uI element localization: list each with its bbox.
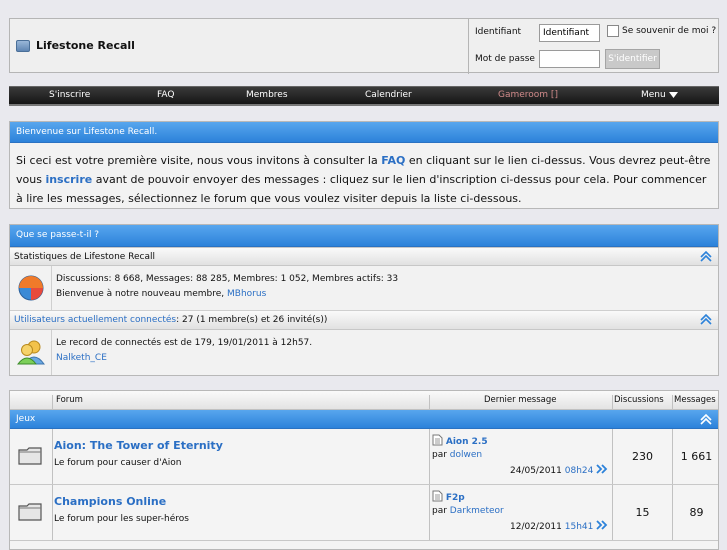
last-post-author[interactable]: dolwen (450, 450, 482, 460)
stats-header-label: Statistiques de Lifestone Recall (14, 252, 156, 262)
col-last-post: Dernier message (484, 395, 557, 405)
thread-count: 15 (635, 506, 650, 519)
stats-icon-cell (10, 266, 52, 310)
online-user-link[interactable]: Nalketh_CE (56, 353, 107, 363)
forum-list: Forum Dernier message Discussions Messag… (9, 390, 719, 550)
post-count: 1 661 (680, 450, 713, 463)
last-post-title[interactable]: Aion 2.5 (446, 437, 488, 447)
remember-label: Se souvenir de moi ? (622, 26, 717, 36)
password-input[interactable] (539, 50, 600, 68)
welcome-text: Si ceci est votre première visite, nous … (10, 143, 718, 208)
forum-row: Aion: The Tower of Eternity Le forum pou… (10, 429, 718, 485)
forum-table-header: Forum Dernier message Discussions Messag… (10, 391, 718, 410)
welcome-text-part: avant de pouvoir envoyer des messages : … (16, 173, 707, 205)
last-post-date: 12/02/2011 15h41 (510, 520, 609, 532)
username-label: Identifiant (475, 27, 522, 37)
last-post-author[interactable]: Darkmeteor (450, 506, 504, 516)
category-header[interactable]: Jeux (10, 410, 718, 429)
stats-pie-icon (18, 275, 44, 301)
faq-link[interactable]: FAQ (381, 154, 405, 167)
welcome-text-part: Si ceci est votre première visite, nous … (16, 154, 382, 167)
col-forum: Forum (56, 395, 83, 405)
stats-header: Statistiques de Lifestone Recall (10, 247, 718, 266)
forum-name-link[interactable]: Champions Online (54, 495, 166, 508)
forum-row: Champions Online Le forum pour les super… (10, 485, 718, 541)
forum-description: Le forum pour les super-héros (54, 514, 189, 524)
stats-line: Discussions: 8 668, Messages: 88 285, Me… (56, 274, 399, 284)
last-post-date-text: 12/02/2011 (510, 522, 562, 532)
go-to-post-icon[interactable] (596, 520, 609, 530)
collapse-icon[interactable] (700, 251, 712, 262)
by-label: par (432, 450, 450, 460)
folder-icon (18, 503, 42, 521)
nav-register[interactable]: S'inscrire (49, 90, 90, 100)
collapse-icon[interactable] (700, 314, 712, 325)
register-link[interactable]: inscrire (45, 173, 92, 186)
online-text: Le record de connectés est de 179, 19/01… (56, 336, 312, 366)
newest-member-link[interactable]: MBhorus (227, 289, 266, 299)
username-input[interactable] (539, 24, 600, 42)
nav-menu-label: Menu (641, 90, 666, 100)
site-title: Lifestone Recall (36, 39, 135, 52)
welcome-title: Bienvenue sur Lifestone Recall. (10, 122, 718, 143)
nav-calendar[interactable]: Calendrier (365, 90, 412, 100)
last-post-time[interactable]: 15h41 (565, 522, 594, 532)
users-icon (17, 340, 45, 365)
online-icon-cell (10, 330, 52, 375)
online-users-header: Utilisateurs actuellement connectés: 27 … (10, 311, 718, 330)
last-post-title[interactable]: F2p (446, 493, 465, 503)
nav-gameroom[interactable]: Gameroom [] (498, 90, 558, 100)
stats-text: Discussions: 8 668, Messages: 88 285, Me… (56, 272, 398, 302)
last-post-date-text: 24/05/2011 (510, 466, 562, 476)
last-post-date: 24/05/2011 08h24 (510, 464, 609, 476)
newest-member-prefix: Bienvenue à notre nouveau membre, (56, 289, 228, 299)
navbar: S'inscrire FAQ Membres Calendrier Gamero… (9, 86, 719, 106)
login-form: Identifiant Se souvenir de moi ? Mot de … (468, 19, 720, 74)
whats-going-on-title: Que se passe-t-il ? (10, 225, 718, 247)
col-posts: Messages (674, 395, 716, 405)
stats-row: Discussions: 8 668, Messages: 88 285, Me… (10, 266, 718, 311)
document-icon (432, 434, 443, 446)
last-post-time[interactable]: 08h24 (565, 466, 594, 476)
whats-going-on: Que se passe-t-il ? Statistiques de Life… (9, 224, 719, 376)
forum-name-link[interactable]: Aion: The Tower of Eternity (54, 439, 223, 452)
remember-checkbox[interactable] (607, 25, 619, 37)
online-users-link[interactable]: Utilisateurs actuellement connectés (14, 315, 176, 325)
forum-logo-icon (16, 39, 30, 52)
by-label: par (432, 506, 450, 516)
site-header: Lifestone Recall Identifiant Se souvenir… (9, 18, 720, 74)
site-logo[interactable]: Lifestone Recall (16, 39, 135, 52)
collapse-icon[interactable] (700, 414, 712, 425)
newest-member-line: Bienvenue à notre nouveau membre, MBhoru… (56, 287, 398, 302)
online-users-count: : 27 (1 membre(s) et 26 invité(s)) (176, 315, 328, 325)
nav-members[interactable]: Membres (246, 90, 288, 100)
last-post: Aion 2.5 par dolwen (432, 434, 488, 462)
online-users-row: Le record de connectés est de 179, 19/01… (10, 330, 718, 375)
last-post: F2p par Darkmeteor (432, 490, 504, 518)
remember-me[interactable]: Se souvenir de moi ? (607, 25, 716, 37)
whats-going-on-label: Que se passe-t-il ? (16, 230, 100, 240)
record-line: Le record de connectés est de 179, 19/01… (56, 338, 313, 348)
login-button[interactable]: S'identifier (605, 49, 660, 69)
chevron-down-icon (668, 91, 678, 98)
password-label: Mot de passe (475, 54, 535, 64)
post-count: 89 (689, 506, 704, 519)
nav-faq[interactable]: FAQ (157, 90, 174, 100)
folder-icon (18, 447, 42, 465)
forum-description: Le forum pour causer d'Aion (54, 458, 182, 468)
category-name: Jeux (16, 414, 36, 424)
col-threads: Discussions (614, 395, 664, 405)
welcome-notice: Bienvenue sur Lifestone Recall. Si ceci … (9, 121, 719, 209)
thread-count: 230 (632, 450, 653, 463)
document-icon (432, 490, 443, 502)
nav-menu[interactable]: Menu (641, 90, 678, 100)
go-to-post-icon[interactable] (596, 464, 609, 474)
